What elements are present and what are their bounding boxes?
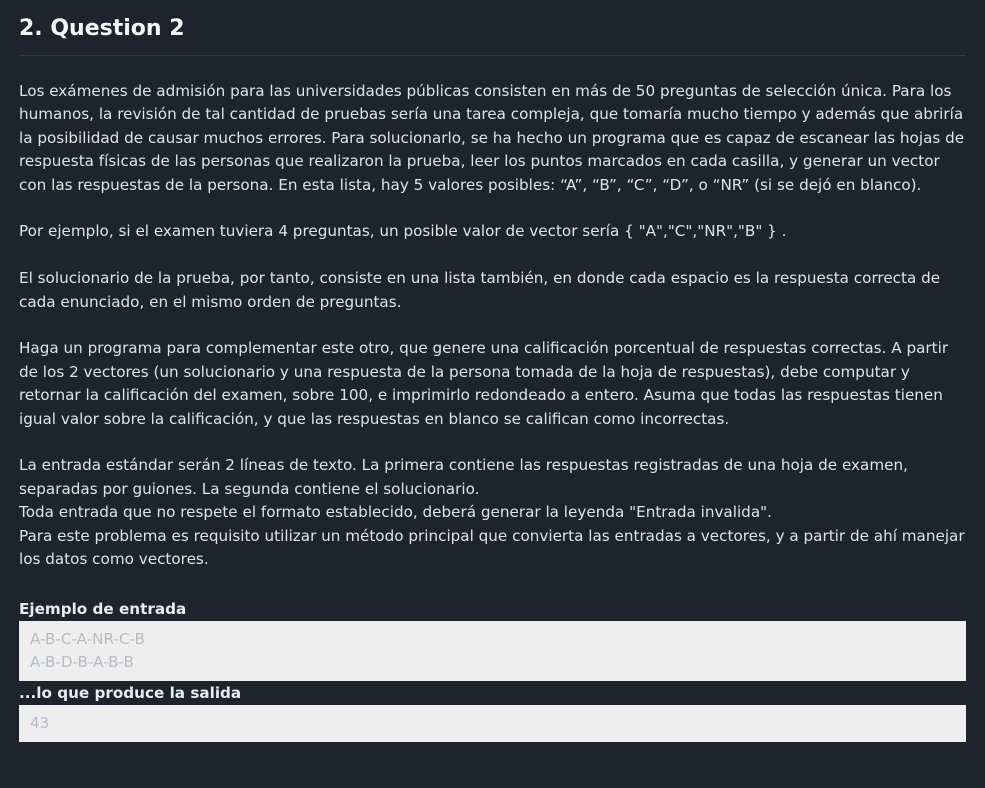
paragraph-invalid-input: Toda entrada que no respete el formato e… [19, 503, 772, 522]
paragraph-intro: Los exámenes de admisión para las univer… [19, 82, 965, 194]
example-input-line: A-B-D-B-A-B-B [30, 653, 134, 672]
question-body: Los exámenes de admisión para las univer… [19, 80, 966, 571]
question-title: 2. Question 2 [19, 16, 185, 41]
paragraph-solution-key: El solucionario de la prueba, por tanto,… [19, 269, 941, 311]
example-output-value: 43 [30, 714, 50, 733]
example-input-label: Ejemplo de entrada [19, 600, 187, 619]
paragraph-task: Haga un programa para complementar este … [19, 339, 949, 428]
question-panel: 2. Question 2 Los exámenes de admisión p… [0, 0, 985, 788]
title-divider [19, 55, 966, 56]
paragraph-input-format: La entrada estándar serán 2 líneas de te… [19, 456, 908, 498]
example-output-label: ...lo que produce la salida [19, 684, 242, 703]
paragraph-requirement: Para este problema es requisito utilizar… [19, 526, 965, 569]
paragraph-example: Por ejemplo, si el examen tuviera 4 preg… [19, 222, 787, 241]
example-output-box: 43 [19, 705, 966, 743]
example-input-line: A-B-C-A-NR-C-B [30, 630, 145, 649]
example-input-box: A-B-C-A-NR-C-B A-B-D-B-A-B-B [19, 621, 966, 682]
